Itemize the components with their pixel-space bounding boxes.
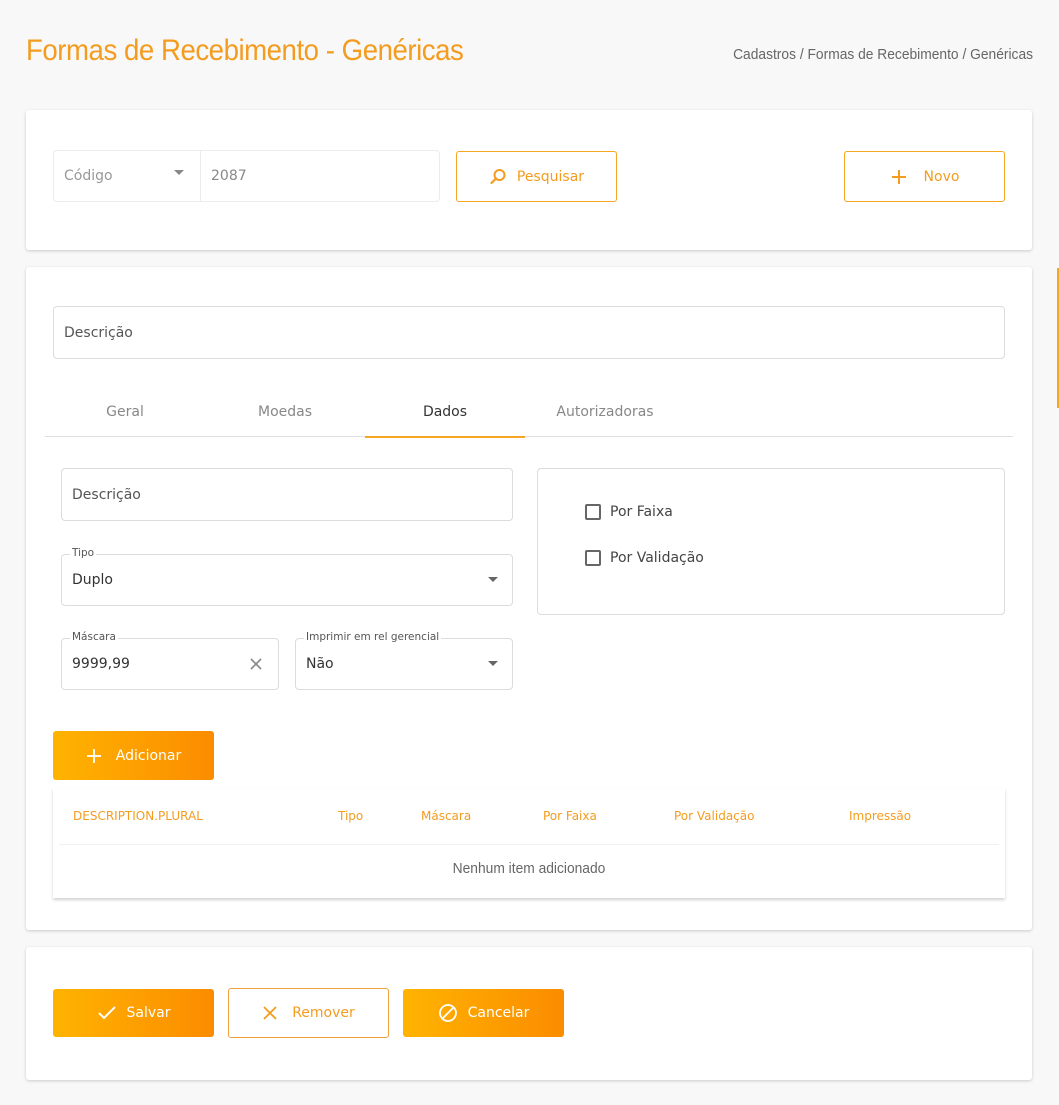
new-button-label: Novo (923, 168, 960, 185)
por-validacao-checkbox[interactable] (585, 550, 601, 566)
add-button-label: Adicionar (115, 747, 182, 764)
breadcrumb-separator: / (799, 46, 804, 63)
search-button[interactable]: Pesquisar (456, 151, 617, 202)
clear-icon[interactable] (249, 657, 263, 671)
descricao-field[interactable]: Descrição (53, 306, 1005, 359)
por-validacao-label: Por Validação (610, 550, 704, 566)
table-header-impressao: Impressão (849, 809, 912, 823)
table-header-por-validacao: Por Validação (674, 809, 755, 823)
search-field-select[interactable]: Código (53, 150, 200, 202)
imprimir-value: Não (306, 656, 334, 672)
search-input[interactable]: 2087 (200, 150, 440, 202)
plus-icon (86, 748, 101, 763)
block-icon (438, 1004, 457, 1022)
search-card: Código 2087 Pesquisar Novo (26, 110, 1032, 250)
save-button-label: Salvar (126, 1005, 171, 1021)
dados-descricao-field[interactable]: Descrição (61, 468, 513, 521)
breadcrumb: Cadastros / Formas de Recebimento / Gené… (733, 46, 1033, 63)
por-faixa-checkbox[interactable] (585, 504, 601, 520)
actions-card: Salvar Remover Cancelar (26, 947, 1032, 1080)
check-icon (97, 1006, 116, 1020)
search-input-value: 2087 (211, 168, 247, 184)
cancel-button[interactable]: Cancelar (403, 989, 564, 1037)
chevron-down-icon (488, 577, 498, 582)
breadcrumb-item-cadastros[interactable]: Cadastros (733, 46, 796, 63)
imprimir-label: Imprimir em rel gerencial (304, 631, 442, 643)
table-header-description: DESCRIPTION.PLURAL (73, 809, 203, 823)
cancel-button-label: Cancelar (467, 1005, 530, 1021)
dados-descricao-placeholder: Descrição (72, 486, 141, 503)
mascara-field[interactable]: Máscara 9999,99 (61, 631, 279, 690)
table-header-tipo: Tipo (338, 809, 364, 823)
breadcrumb-item-formas[interactable]: Formas de Recebimento (807, 46, 958, 63)
por-faixa-label: Por Faixa (610, 504, 673, 520)
tipo-label: Tipo (70, 547, 97, 559)
remove-button-label: Remover (292, 1005, 355, 1021)
chevron-down-icon (174, 170, 184, 175)
tipo-value: Duplo (72, 572, 113, 588)
table-divider (59, 844, 999, 845)
empty-table-message: Nenhum item adicionado (452, 860, 606, 877)
tab-autorizadoras[interactable]: Autorizadoras (525, 397, 685, 437)
search-icon (490, 168, 506, 184)
breadcrumb-separator: / (962, 46, 967, 63)
chevron-down-icon (488, 661, 498, 666)
close-icon (263, 1006, 277, 1020)
search-field-select-value: Código (64, 168, 113, 184)
page-title: Formas de Recebimento - Genéricas (26, 34, 464, 67)
mascara-value: 9999,99 (72, 656, 130, 672)
remove-button[interactable]: Remover (228, 988, 389, 1038)
tab-geral[interactable]: Geral (45, 397, 205, 437)
tipo-select[interactable]: Tipo Duplo (61, 547, 513, 606)
items-table: DESCRIPTION.PLURAL Tipo Máscara Por Faix… (53, 788, 1005, 898)
new-button[interactable]: Novo (844, 151, 1005, 202)
plus-icon (891, 169, 906, 184)
breadcrumb-item-genericas: Genéricas (970, 46, 1033, 63)
form-card: Descrição Geral Moedas Dados Autorizador… (26, 267, 1032, 930)
search-button-label: Pesquisar (516, 168, 585, 185)
options-panel: Por Faixa Por Validação (537, 468, 1005, 615)
save-button[interactable]: Salvar (53, 989, 214, 1037)
table-header-por-faixa: Por Faixa (543, 809, 597, 823)
mascara-label: Máscara (70, 631, 118, 643)
tab-dados[interactable]: Dados (365, 397, 525, 438)
tab-bar: Geral Moedas Dados Autorizadoras (45, 397, 1013, 438)
imprimir-select[interactable]: Imprimir em rel gerencial Não (295, 631, 513, 690)
add-button[interactable]: Adicionar (53, 731, 214, 780)
table-header-mascara: Máscara (421, 809, 472, 823)
tab-moedas[interactable]: Moedas (205, 397, 365, 437)
descricao-placeholder: Descrição (64, 324, 133, 341)
